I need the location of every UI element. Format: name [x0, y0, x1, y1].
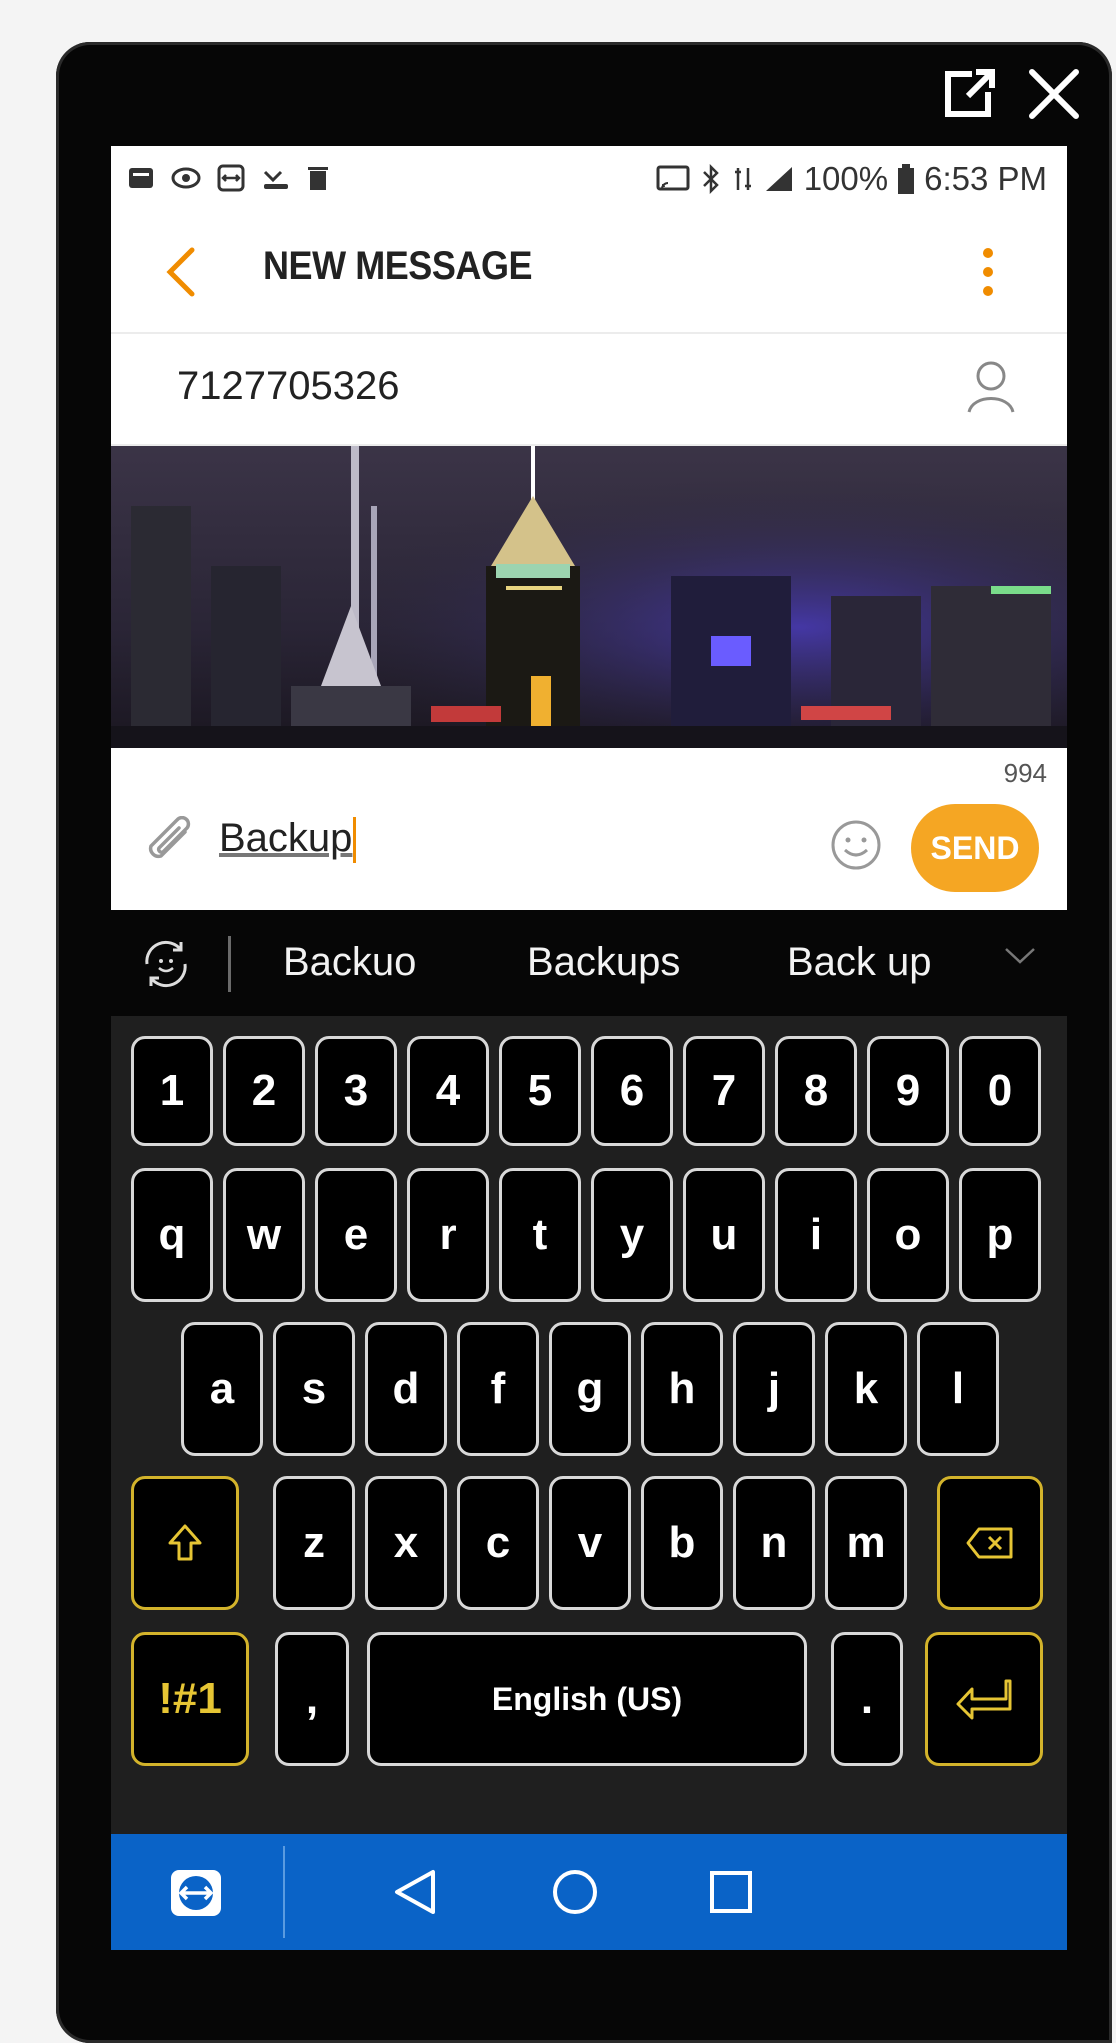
status-right-icons: 100% 6:53 PM — [656, 160, 1047, 198]
enter-icon — [956, 1679, 1012, 1720]
popout-icon[interactable] — [942, 68, 998, 120]
key-2[interactable]: 2 — [223, 1036, 305, 1146]
recents-icon[interactable] — [709, 1870, 753, 1919]
key-f[interactable]: f — [457, 1322, 539, 1456]
teamviewer-status-icon — [217, 164, 245, 192]
bluetooth-icon — [702, 164, 719, 194]
key-8[interactable]: 8 — [775, 1036, 857, 1146]
keyboard-mode-icon[interactable] — [137, 936, 195, 997]
key-u[interactable]: u — [683, 1168, 765, 1302]
comma-key[interactable]: , — [275, 1632, 349, 1766]
status-left-icons — [127, 164, 329, 192]
page-title: NEW MESSAGE — [263, 244, 533, 288]
key-r[interactable]: r — [407, 1168, 489, 1302]
suggestion-3[interactable]: Back up — [787, 940, 932, 985]
notification-icon — [129, 168, 153, 188]
phone-screen: 100% 6:53 PM NEW MESSAGE 7127705326 994 … — [111, 146, 1067, 1950]
more-vertical-icon[interactable] — [981, 246, 995, 303]
key-m[interactable]: m — [825, 1476, 907, 1610]
keyboard: 1 2 3 4 5 6 7 8 9 0 q w e r t y u i o p … — [111, 1016, 1067, 1834]
symbols-key[interactable]: !#1 — [131, 1632, 249, 1766]
message-input[interactable]: Backup — [219, 816, 357, 864]
message-text: Backup — [219, 816, 353, 860]
shift-key[interactable] — [131, 1476, 239, 1610]
recipient-field[interactable]: 7127705326 — [111, 334, 1067, 446]
key-x[interactable]: x — [365, 1476, 447, 1610]
key-y[interactable]: y — [591, 1168, 673, 1302]
paperclip-icon[interactable] — [145, 815, 195, 875]
battery-icon — [898, 164, 915, 194]
suggestion-1[interactable]: Backuo — [283, 940, 416, 985]
eye-icon — [171, 167, 201, 189]
trash-icon — [308, 167, 328, 190]
key-i[interactable]: i — [775, 1168, 857, 1302]
text-caret — [353, 817, 357, 864]
chevron-left-icon[interactable] — [166, 246, 196, 303]
network-icon — [734, 168, 751, 190]
key-9[interactable]: 9 — [867, 1036, 949, 1146]
key-a[interactable]: a — [181, 1322, 263, 1456]
key-v[interactable]: v — [549, 1476, 631, 1610]
key-4[interactable]: 4 — [407, 1036, 489, 1146]
suggestion-2[interactable]: Backups — [527, 940, 680, 985]
key-z[interactable]: z — [273, 1476, 355, 1610]
compose-area: 994 Backup SEND — [111, 748, 1067, 910]
key-c[interactable]: c — [457, 1476, 539, 1610]
back-icon[interactable] — [393, 1868, 437, 1921]
close-icon[interactable] — [1026, 66, 1082, 122]
city-night-photo — [111, 446, 1067, 748]
key-6[interactable]: 6 — [591, 1036, 673, 1146]
key-h[interactable]: h — [641, 1322, 723, 1456]
key-k[interactable]: k — [825, 1322, 907, 1456]
key-s[interactable]: s — [273, 1322, 355, 1456]
key-5[interactable]: 5 — [499, 1036, 581, 1146]
key-n[interactable]: n — [733, 1476, 815, 1610]
key-b[interactable]: b — [641, 1476, 723, 1610]
key-d[interactable]: d — [365, 1322, 447, 1456]
backspace-key[interactable] — [937, 1476, 1043, 1610]
teamviewer-icon[interactable] — [169, 1868, 223, 1923]
key-0[interactable]: 0 — [959, 1036, 1041, 1146]
key-g[interactable]: g — [549, 1322, 631, 1456]
key-1[interactable]: 1 — [131, 1036, 213, 1146]
period-key[interactable]: . — [831, 1632, 903, 1766]
key-j[interactable]: j — [733, 1322, 815, 1456]
key-l[interactable]: l — [917, 1322, 999, 1456]
chevron-down-icon[interactable] — [1003, 946, 1037, 971]
recipient-number[interactable]: 7127705326 — [177, 364, 399, 409]
contact-icon[interactable] — [965, 358, 1017, 419]
clock: 6:53 PM — [924, 160, 1047, 197]
key-7[interactable]: 7 — [683, 1036, 765, 1146]
send-button[interactable]: SEND — [911, 804, 1039, 892]
emoji-icon[interactable] — [829, 818, 883, 877]
status-bar: 100% 6:53 PM — [111, 146, 1067, 216]
signal-icon — [765, 167, 792, 191]
space-key[interactable]: English (US) — [367, 1632, 807, 1766]
battery-percent: 100% — [803, 160, 889, 197]
key-p[interactable]: p — [959, 1168, 1041, 1302]
nav-divider — [283, 1846, 285, 1938]
key-t[interactable]: t — [499, 1168, 581, 1302]
backspace-icon — [966, 1527, 1013, 1559]
key-o[interactable]: o — [867, 1168, 949, 1302]
app-bar: NEW MESSAGE — [111, 216, 1067, 334]
missed-call-icon — [263, 170, 288, 189]
home-icon[interactable] — [551, 1868, 599, 1921]
divider — [228, 936, 231, 992]
cast-icon — [656, 165, 690, 191]
navigation-bar — [111, 1834, 1067, 1950]
key-q[interactable]: q — [131, 1168, 213, 1302]
window-controls — [942, 66, 1082, 122]
key-3[interactable]: 3 — [315, 1036, 397, 1146]
char-counter: 994 — [1003, 758, 1047, 788]
suggestion-bar: Backuo Backups Back up — [111, 910, 1067, 1016]
enter-key[interactable] — [925, 1632, 1043, 1766]
key-w[interactable]: w — [223, 1168, 305, 1302]
shift-icon — [168, 1524, 202, 1561]
key-e[interactable]: e — [315, 1168, 397, 1302]
attached-image[interactable] — [111, 446, 1067, 748]
